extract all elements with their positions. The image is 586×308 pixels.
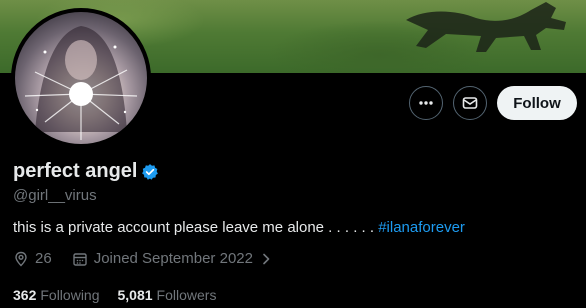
following-link[interactable]: 362 Following xyxy=(13,287,100,303)
more-icon xyxy=(419,101,433,105)
joined-text: Joined September 2022 xyxy=(93,250,253,267)
location-item: 26 xyxy=(13,250,52,267)
bio-text: this is a private account please leave m… xyxy=(13,219,375,236)
calendar-icon xyxy=(72,252,87,266)
following-count: 362 xyxy=(13,287,37,303)
followers-label: Followers xyxy=(156,287,217,303)
message-button[interactable] xyxy=(453,86,487,120)
display-name: perfect angel xyxy=(13,160,138,182)
followers-count: 5,081 xyxy=(117,287,153,303)
profile-meta: 26 Joined September 2022 xyxy=(13,250,273,267)
profile-avatar[interactable] xyxy=(11,8,151,148)
banner-dog-silhouette xyxy=(406,2,566,52)
location-pin-icon xyxy=(15,251,27,266)
following-label: Following xyxy=(40,287,100,303)
profile-bio: this is a private account please leave m… xyxy=(13,219,465,236)
location-text: 26 xyxy=(35,250,52,267)
name-row: perfect angel xyxy=(13,160,159,183)
envelope-icon xyxy=(462,97,478,109)
chevron-right-icon[interactable] xyxy=(259,252,273,266)
follow-stats: 362 Following 5,081 Followers xyxy=(13,287,216,303)
verified-badge-icon[interactable] xyxy=(141,163,159,181)
user-handle: @girl__virus xyxy=(13,187,97,204)
follow-button[interactable]: Follow xyxy=(497,86,577,120)
followers-link[interactable]: 5,081 Followers xyxy=(118,287,217,303)
bio-hashtag-link[interactable]: #ilanaforever xyxy=(378,219,465,236)
more-button[interactable] xyxy=(409,86,443,120)
avatar-image xyxy=(24,26,138,140)
joined-item: Joined September 2022 xyxy=(72,250,273,267)
